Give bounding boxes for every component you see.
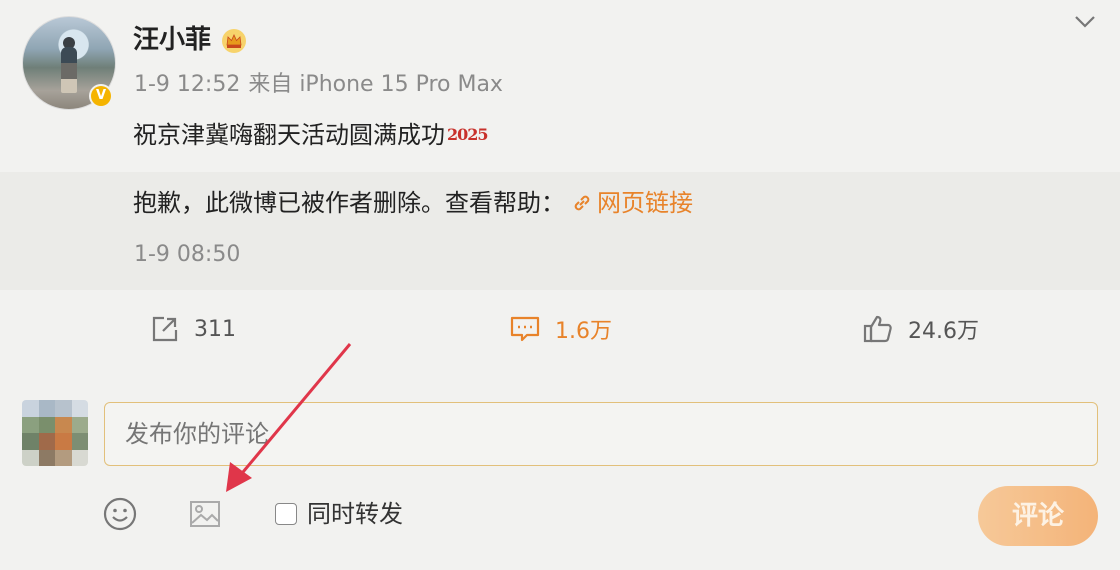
web-link-label[interactable]: 网页链接: [597, 186, 693, 220]
username[interactable]: 汪小菲: [133, 22, 211, 58]
comment-count: 1.6万: [555, 319, 612, 344]
checkbox-box[interactable]: [275, 503, 297, 525]
share-icon: [152, 316, 178, 342]
repost-time[interactable]: 1-9 08:50: [134, 240, 240, 270]
also-repost-label: 同时转发: [307, 500, 403, 528]
post-body: 祝京津冀嗨翻天活动圆满成功: [133, 121, 445, 149]
comment-icon: [510, 316, 540, 342]
repost-count: 311: [194, 316, 236, 342]
web-link[interactable]: 网页链接: [571, 186, 693, 220]
thumbs-up-icon: [863, 315, 892, 343]
post-text: 祝京津冀嗨翻天活动圆满成功 2025: [133, 118, 489, 152]
crown-icon: [222, 29, 246, 53]
submit-comment-button[interactable]: 评论: [978, 486, 1098, 546]
image-icon[interactable]: [187, 496, 223, 532]
like-button[interactable]: 24.6万: [862, 312, 979, 346]
comment-input[interactable]: [104, 402, 1098, 466]
verified-v-icon: V: [89, 84, 113, 108]
smiley-icon[interactable]: [102, 496, 138, 532]
emoji-2025: 2025: [447, 125, 489, 144]
repost-button[interactable]: 311: [150, 312, 236, 346]
deleted-notice-text: 抱歉，此微博已被作者删除。查看帮助：: [133, 189, 565, 217]
deleted-notice: 抱歉，此微博已被作者删除。查看帮助： 网页链接: [133, 186, 693, 220]
also-repost-checkbox[interactable]: 同时转发: [275, 498, 403, 530]
chevron-down-icon[interactable]: [1072, 10, 1098, 32]
post-source: 来自 iPhone 15 Pro Max: [248, 72, 503, 97]
link-icon: [574, 195, 590, 211]
comment-button[interactable]: 1.6万: [509, 312, 612, 346]
post-time[interactable]: 1-9 12:52: [134, 70, 240, 100]
current-user-avatar: [22, 400, 88, 466]
post-meta: 1-9 12:52 来自 iPhone 15 Pro Max: [134, 70, 503, 100]
like-count: 24.6万: [908, 319, 979, 344]
